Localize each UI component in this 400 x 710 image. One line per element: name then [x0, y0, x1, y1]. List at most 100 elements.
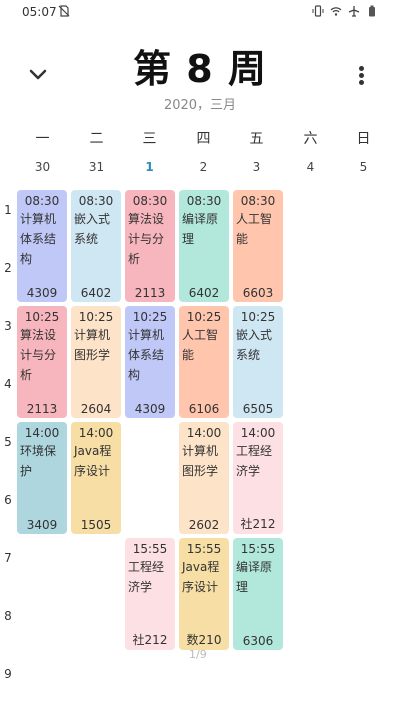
battery-icon [366, 5, 378, 17]
date-number: 3 [252, 160, 261, 174]
status-time: 05:07 [22, 5, 57, 19]
course-time: 14:00 [24, 426, 60, 440]
course-card[interactable]: 10:25 算法设计与分析 2113 [17, 306, 67, 418]
course-time: 14:00 [186, 426, 222, 440]
course-name: 环境保护 [20, 444, 57, 478]
period-number: 4 [4, 377, 12, 391]
course-room: 6306 [242, 634, 274, 648]
course-time: 15:55 [240, 542, 276, 556]
vibrate-icon [312, 5, 324, 17]
period-number: 6 [4, 493, 12, 507]
course-name: 工程经济学 [236, 444, 273, 478]
course-room: 1505 [80, 518, 112, 532]
course-name: 嵌入式系统 [74, 212, 111, 246]
course-name: 计算机图形学 [74, 328, 111, 362]
more-menu-icon[interactable] [352, 64, 370, 88]
course-name: 算法设计与分析 [20, 328, 57, 382]
date-number: 4 [306, 160, 315, 174]
weekday-header: 五 [249, 131, 264, 147]
course-name: 编译原理 [236, 560, 273, 594]
course-card[interactable]: 10:25 计算机图形学 2604 [71, 306, 121, 418]
course-name: Java程序设计 [182, 560, 220, 594]
period-number: 2 [4, 261, 12, 275]
page-indicator: 1/9 [189, 648, 207, 661]
course-time: 08:30 [132, 194, 168, 208]
course-time: 08:30 [78, 194, 114, 208]
course-room: 6603 [242, 286, 274, 300]
course-room: 2113 [26, 402, 58, 416]
course-room: 4309 [26, 286, 58, 300]
weekday-header: 一 [35, 131, 50, 147]
airplane-icon [348, 5, 360, 17]
course-name: 嵌入式系统 [236, 328, 273, 362]
course-card[interactable]: 14:00 工程经济学社212 [233, 422, 283, 534]
period-number: 5 [4, 435, 12, 449]
course-name: 人工智能 [236, 212, 273, 246]
course-time: 08:30 [24, 194, 60, 208]
date-number: 30 [34, 160, 51, 174]
course-card[interactable]: 08:30 计算机体系结构 4309 [17, 190, 67, 302]
course-time: 08:30 [186, 194, 222, 208]
course-room: 2113 [134, 286, 166, 300]
date-number: 31 [88, 160, 105, 174]
course-card[interactable]: 08:30 编译原理 6402 [179, 190, 229, 302]
period-number: 8 [4, 609, 12, 623]
course-room: 数210 [186, 633, 222, 647]
course-card[interactable]: 10:25 计算机体系结构 4309 [125, 306, 175, 418]
course-card[interactable]: 10:25 嵌入式系统 6505 [233, 306, 283, 418]
course-card[interactable]: 14:00 Java程序设计 1505 [71, 422, 121, 534]
course-card[interactable]: 14:00 计算机图形学 2602 [179, 422, 229, 534]
course-room: 6402 [80, 286, 112, 300]
course-card[interactable]: 15:55 Java程序设计数210 [179, 538, 229, 650]
date-number: 5 [359, 160, 368, 174]
weekday-header: 二 [89, 131, 104, 147]
course-name: 计算机体系结构 [128, 328, 165, 382]
course-name: 计算机图形学 [182, 444, 219, 478]
course-card[interactable]: 15:55 编译原理 6306 [233, 538, 283, 650]
course-room: 社212 [240, 517, 276, 531]
wifi-icon [330, 5, 342, 17]
course-card[interactable]: 08:30 算法设计与分析 2113 [125, 190, 175, 302]
course-name: 算法设计与分析 [128, 212, 165, 266]
course-room: 社212 [132, 633, 168, 647]
course-name: 编译原理 [182, 212, 219, 246]
course-room: 6106 [188, 402, 220, 416]
course-room: 2602 [188, 518, 220, 532]
weekday-header: 三 [142, 131, 157, 147]
course-room: 2604 [80, 402, 112, 416]
course-time: 15:55 [186, 542, 222, 556]
course-card[interactable]: 10:25 人工智能 6106 [179, 306, 229, 418]
course-room: 4309 [134, 402, 166, 416]
course-time: 10:25 [24, 310, 60, 324]
course-time: 08:30 [240, 194, 276, 208]
course-room: 6402 [188, 286, 220, 300]
status-bar: 05:07 [0, 0, 400, 26]
course-room: 6505 [242, 402, 274, 416]
period-number: 3 [4, 319, 12, 333]
course-time: 14:00 [240, 426, 276, 440]
course-time: 10:25 [240, 310, 276, 324]
course-time: 14:00 [78, 426, 114, 440]
course-name: Java程序设计 [74, 444, 112, 478]
week-title: 第 8 周 [133, 47, 267, 91]
course-time: 15:55 [132, 542, 168, 556]
course-name: 人工智能 [182, 328, 219, 362]
weekday-header: 日 [356, 131, 371, 147]
course-card[interactable]: 08:30 人工智能 6603 [233, 190, 283, 302]
period-number: 7 [4, 551, 12, 565]
course-time: 10:25 [78, 310, 114, 324]
date-today: 1 [145, 160, 154, 174]
course-time: 10:25 [132, 310, 168, 324]
course-card[interactable]: 14:00 环境保护 3409 [17, 422, 67, 534]
course-card[interactable]: 15:55 工程经济学 社212 [125, 538, 175, 650]
course-room: 3409 [26, 518, 58, 532]
course-time: 10:25 [186, 310, 222, 324]
weekday-header: 六 [303, 131, 318, 147]
course-card[interactable]: 08:30 嵌入式系统 6402 [71, 190, 121, 302]
period-number: 9 [4, 667, 12, 681]
period-number: 1 [4, 203, 12, 217]
weekday-header: 四 [196, 131, 211, 147]
date-number: 2 [199, 160, 208, 174]
sim-off-icon [58, 5, 70, 17]
month-subtitle: 2020，三月 [163, 98, 237, 113]
